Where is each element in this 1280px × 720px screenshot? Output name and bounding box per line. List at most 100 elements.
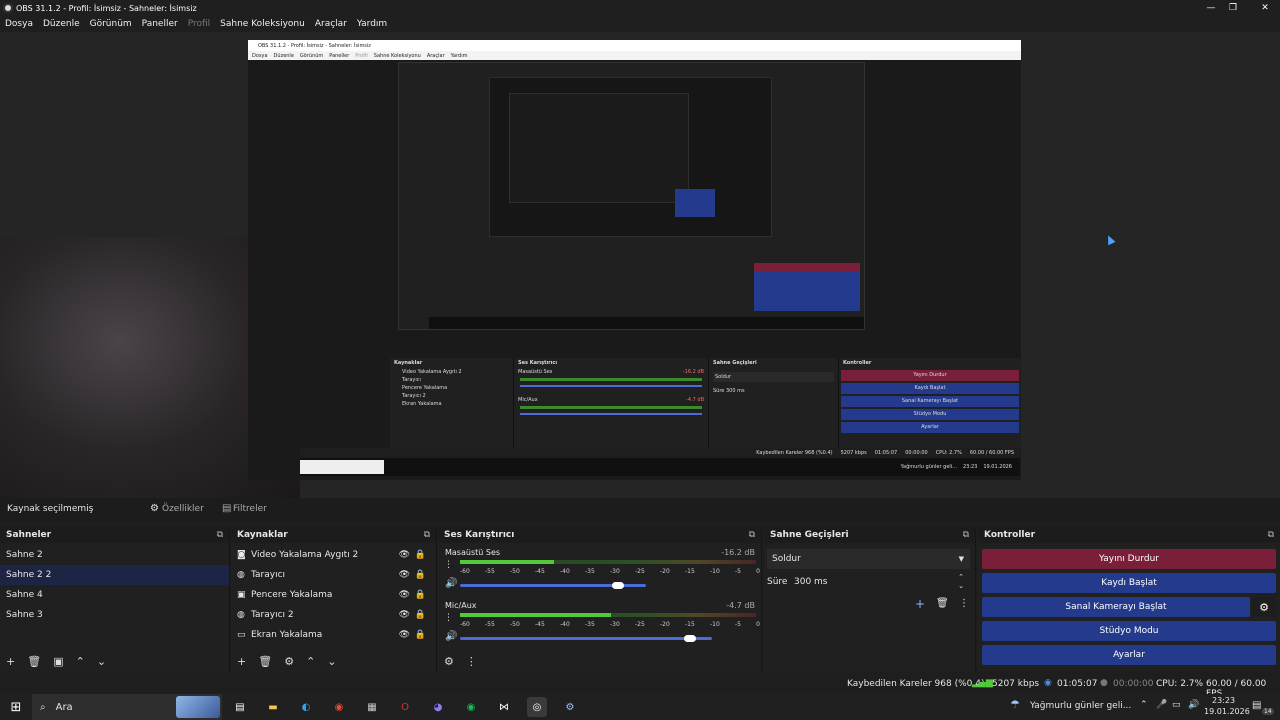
obs-icon[interactable]: ◎	[527, 697, 547, 717]
add-icon[interactable]: +	[6, 655, 15, 668]
microphone-icon[interactable]: 🎤	[1156, 700, 1167, 710]
capcut-icon[interactable]: ⋈	[494, 697, 514, 717]
menu-scene-collection[interactable]: Sahne Koleksiyonu	[220, 19, 305, 29]
menu-docks[interactable]: Paneller	[142, 19, 178, 29]
meter-tick-label: -55	[485, 621, 495, 628]
menu-edit[interactable]: Düzenle	[43, 19, 80, 29]
start-virtual-camera-button[interactable]: Sanal Kamerayı Başlat	[982, 597, 1250, 617]
start-recording-button[interactable]: Kaydı Başlat	[982, 573, 1276, 593]
filters-button[interactable]: Filtreler	[233, 504, 267, 514]
edge-icon[interactable]: ◐	[296, 697, 316, 717]
clock-date[interactable]: 19.01.2026	[1204, 707, 1250, 716]
eye-icon[interactable]: 👁	[399, 610, 410, 620]
network-icon[interactable]: ▭	[1172, 700, 1181, 710]
taskbar-search[interactable]: ⌕ Ara	[32, 694, 222, 720]
preview-canvas[interactable]: OBS 31.1.2 - Profil: İsimsiz - Sahneler:…	[0, 32, 1280, 498]
kebab-icon[interactable]: ⋮	[444, 613, 453, 623]
undock-icon[interactable]: ⧉	[217, 530, 223, 540]
scene-item[interactable]: Sahne 3	[0, 605, 229, 625]
eye-icon[interactable]: 👁	[399, 570, 410, 580]
lock-icon[interactable]: 🔒	[415, 630, 426, 640]
move-up-icon[interactable]: ⌃	[76, 655, 85, 668]
volume-slider[interactable]	[460, 637, 712, 640]
link-gear-icon[interactable]: ⚙	[444, 655, 454, 668]
settings-button[interactable]: Ayarlar	[982, 645, 1276, 665]
move-up-icon[interactable]: ⌃	[306, 655, 315, 668]
discord-icon[interactable]: ◕	[428, 697, 448, 717]
properties-button[interactable]: Özellikler	[162, 504, 204, 514]
stop-stream-button[interactable]: Yayını Durdur	[982, 549, 1276, 569]
signal-bars-icon: ▂▄▆	[972, 678, 993, 688]
trash-icon[interactable]: 🗑	[258, 655, 272, 668]
undock-icon[interactable]: ⧉	[749, 530, 755, 540]
speaker-icon[interactable]: 🔊	[445, 631, 457, 642]
duration-spinbox[interactable]: 300 ms ⌃ ⌄	[790, 573, 970, 591]
lock-icon[interactable]: 🔒	[415, 610, 426, 620]
eye-icon[interactable]: 👁	[399, 630, 410, 640]
windows-start-icon[interactable]: ⊞	[6, 697, 26, 717]
source-item[interactable]: ◍ Tarayıcı 2 👁 🔒	[231, 605, 436, 625]
speaker-icon[interactable]: 🔊	[445, 578, 457, 589]
trash-icon[interactable]: 🗑	[936, 598, 949, 609]
scene-filter-icon[interactable]: ▣	[53, 655, 63, 668]
trash-icon[interactable]: 🗑	[27, 655, 41, 668]
calculator-icon[interactable]: ▦	[362, 697, 382, 717]
menu-help[interactable]: Yardım	[357, 19, 387, 29]
scene-item-selected[interactable]: Sahne 2 2	[0, 565, 229, 585]
close-button[interactable]: ✕	[1250, 0, 1280, 16]
meter-scale: -60 -55 -50 -45 -40 -35 -30 -25 -20 -15 -10 -5 0	[460, 568, 760, 575]
eye-icon[interactable]: 👁	[399, 590, 410, 600]
volume-slider-handle[interactable]	[612, 582, 624, 589]
lock-icon[interactable]: 🔒	[415, 550, 426, 560]
search-highlight-image	[176, 696, 220, 718]
file-explorer-icon[interactable]: ▬	[263, 697, 283, 717]
menu-tools[interactable]: Araçlar	[315, 19, 347, 29]
chevron-up-icon[interactable]: ⌃	[1140, 700, 1148, 710]
task-view-icon[interactable]: ▤	[230, 697, 250, 717]
spotify-icon[interactable]: ◉	[461, 697, 481, 717]
volume-slider-handle[interactable]	[684, 635, 696, 642]
nested-menu-item: Görünüm	[299, 52, 324, 59]
studio-mode-button[interactable]: Stüdyo Modu	[982, 621, 1276, 641]
lock-icon[interactable]: 🔒	[415, 590, 426, 600]
menu-view[interactable]: Görünüm	[90, 19, 132, 29]
lock-icon[interactable]: 🔒	[415, 570, 426, 580]
undock-icon[interactable]: ⧉	[1268, 530, 1274, 540]
chrome-icon[interactable]: ◉	[329, 697, 349, 717]
restore-button[interactable]: ❐	[1218, 0, 1248, 16]
source-item[interactable]: ◍ Tarayıcı 👁 🔒	[231, 565, 436, 585]
globe-icon: ◍	[237, 610, 245, 620]
source-item[interactable]: ▭ Ekran Yakalama 👁 🔒	[231, 625, 436, 645]
meter-tick-label: -10	[710, 568, 720, 575]
meter-tick-label: -25	[635, 568, 645, 575]
undock-icon[interactable]: ⧉	[963, 530, 969, 540]
weather-icon[interactable]: ☂	[1010, 698, 1020, 711]
menu-profile[interactable]: Profil	[188, 19, 210, 29]
source-item[interactable]: ▣ Pencere Yakalama 👁 🔒	[231, 585, 436, 605]
eye-icon[interactable]: 👁	[399, 550, 410, 560]
move-down-icon[interactable]: ⌄	[327, 655, 336, 668]
cpu-usage: CPU: 2.7%	[1156, 679, 1204, 689]
kebab-icon[interactable]: ⋮	[959, 598, 969, 609]
volume-icon[interactable]: 🔊	[1188, 700, 1199, 710]
transition-select[interactable]: Soldur ▼	[767, 549, 970, 569]
move-down-icon[interactable]: ⌄	[97, 655, 106, 668]
scene-item[interactable]: Sahne 4	[0, 585, 229, 605]
steam-icon[interactable]: ⚙	[560, 697, 580, 717]
source-item[interactable]: ◙ Video Yakalama Aygıtı 2 👁 🔒	[231, 545, 436, 565]
scene-item[interactable]: Sahne 2	[0, 545, 229, 565]
menu-file[interactable]: Dosya	[5, 19, 33, 29]
kebab-icon[interactable]: ⋮	[466, 655, 477, 668]
kebab-icon[interactable]: ⋮	[444, 560, 453, 570]
undock-icon[interactable]: ⧉	[424, 530, 430, 540]
virtual-camera-settings-gear-icon[interactable]: ⚙	[1252, 597, 1276, 617]
add-icon[interactable]: +	[915, 597, 925, 611]
opera-icon[interactable]: O	[395, 697, 415, 717]
add-icon[interactable]: +	[237, 655, 246, 668]
clock-time[interactable]: 23:23	[1212, 696, 1235, 705]
meter-tick-label: -45	[535, 621, 545, 628]
notification-icon[interactable]: ▤	[1252, 700, 1261, 711]
weather-text[interactable]: Yağmurlu günler geli...	[1030, 701, 1131, 711]
gear-icon[interactable]: ⚙	[284, 655, 294, 668]
spinner-arrows-icon[interactable]: ⌃ ⌄	[958, 573, 964, 591]
